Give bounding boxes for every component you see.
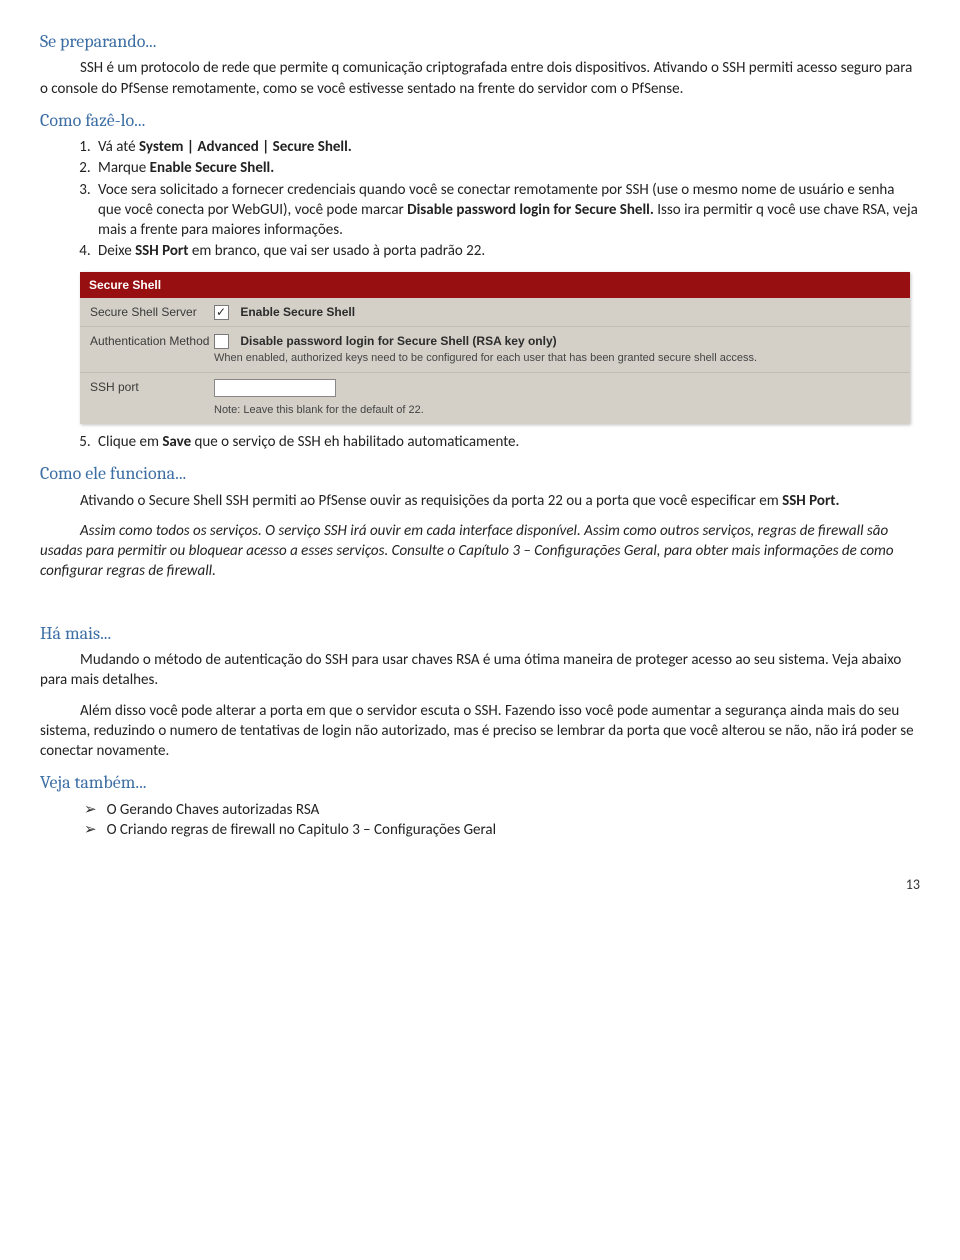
row-ssh-port: SSH port Note: Leave this blank for the …	[80, 373, 910, 424]
heading-se-preparando: Se preparando...	[40, 30, 920, 54]
step-5-pre: Clique em	[98, 433, 162, 451]
row-secure-shell-server: Secure Shell Server Enable Secure Shell	[80, 298, 910, 327]
step-1-text: Vá até	[98, 138, 139, 156]
para-funciona-1: Ativando o Secure Shell SSH permiti ao P…	[40, 491, 920, 511]
panel-body: Secure Shell Server Enable Secure Shell …	[80, 298, 910, 424]
heading-veja-tambem: Veja também...	[40, 771, 920, 795]
checkbox-enable-secure-shell[interactable]	[214, 305, 229, 320]
para-se-preparando: SSH é um protocolo de rede que permite q…	[40, 58, 920, 99]
step-1: Vá até System | Advanced | Secure Shell.	[94, 137, 920, 157]
see-also-2: O Criando regras de firewall no Capitulo…	[84, 820, 920, 840]
heading-ha-mais: Há mais...	[40, 622, 920, 646]
see-also-1: O Gerando Chaves autorizadas RSA	[84, 800, 920, 820]
label-ssh-port: SSH port	[90, 379, 210, 395]
text-enable-secure-shell: Enable Secure Shell	[240, 305, 355, 319]
step-3-bold: Disable password login for Secure Shell.	[407, 201, 654, 219]
steps-list-cont: Clique em Save que o serviço de SSH eh h…	[40, 432, 920, 452]
steps-list: Vá até System | Advanced | Secure Shell.…	[40, 137, 920, 262]
step-4-post: em branco, que vai ser usado à porta pad…	[188, 242, 485, 260]
step-3: Voce sera solicitado a fornecer credenci…	[94, 180, 920, 241]
label-auth-method: Authentication Method	[90, 333, 210, 349]
hint-ssh-port: Note: Leave this blank for the default o…	[214, 403, 424, 418]
row-auth-method: Authentication Method Disable password l…	[80, 327, 910, 373]
step-1-bold: System | Advanced | Secure Shell.	[139, 138, 352, 156]
label-secure-shell-server: Secure Shell Server	[90, 304, 210, 320]
para-funciona-2: Assim como todos os serviços. O serviço …	[40, 521, 920, 582]
ctrl-ssh-port: Note: Leave this blank for the default o…	[210, 379, 900, 418]
checkbox-disable-password-login[interactable]	[214, 334, 229, 349]
text-disable-password-login: Disable password login for Secure Shell …	[240, 334, 556, 348]
step-2-bold: Enable Secure Shell.	[150, 159, 275, 177]
para-hamais-1: Mudando o método de autenticação do SSH …	[40, 650, 920, 691]
step-2: Marque Enable Secure Shell.	[94, 158, 920, 178]
page-number: 13	[40, 876, 920, 895]
heading-como-funciona: Como ele funciona...	[40, 462, 920, 486]
step-2-text: Marque	[98, 159, 150, 177]
step-4-bold: SSH Port	[135, 242, 188, 260]
step-5-post: que o serviço de SSH eh habilitado autom…	[191, 433, 519, 451]
para-hamais-2: Além disso você pode alterar a porta em …	[40, 701, 920, 762]
pfsense-secure-shell-panel: Secure Shell Secure Shell Server Enable …	[80, 272, 910, 425]
step-4: Deixe SSH Port em branco, que vai ser us…	[94, 241, 920, 261]
step-4-pre: Deixe	[98, 242, 135, 260]
para-funciona-1-pre: Ativando o Secure Shell SSH permiti ao P…	[80, 492, 782, 510]
ctrl-auth-method: Disable password login for Secure Shell …	[210, 333, 900, 366]
input-ssh-port[interactable]	[214, 379, 336, 397]
para-funciona-1-bold: SSH Port.	[782, 492, 839, 510]
hint-auth-method: When enabled, authorized keys need to be…	[214, 352, 757, 364]
ctrl-enable-secure-shell: Enable Secure Shell	[210, 304, 900, 320]
see-also-list: O Gerando Chaves autorizadas RSA O Crian…	[40, 800, 920, 841]
heading-como-fazelo: Como fazê-lo...	[40, 109, 920, 133]
step-5: Clique em Save que o serviço de SSH eh h…	[94, 432, 920, 452]
panel-title: Secure Shell	[80, 272, 910, 298]
step-5-bold: Save	[162, 433, 191, 451]
